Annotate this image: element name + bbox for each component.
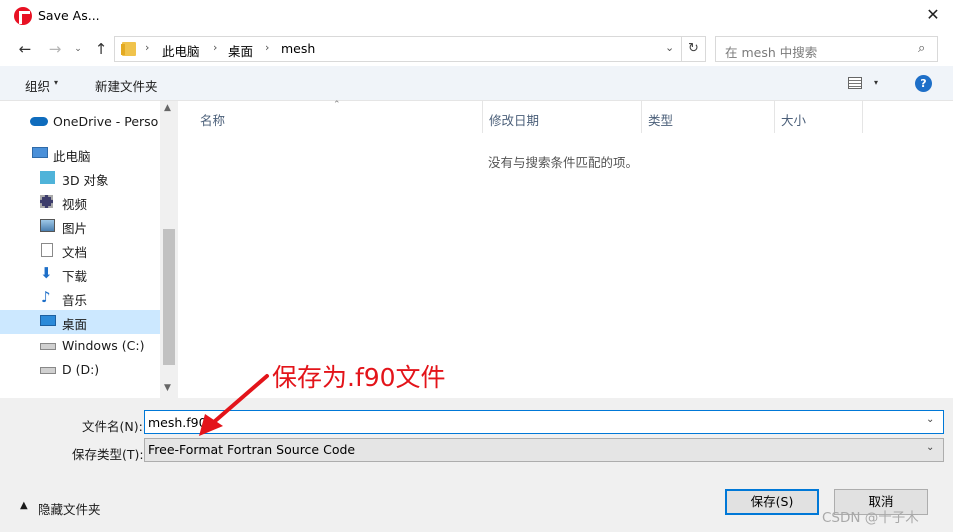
breadcrumb-this-pc[interactable]: 此电脑 — [162, 41, 200, 60]
music-icon: ♪ — [41, 288, 51, 306]
sidebar-item-label: 此电脑 — [53, 149, 91, 164]
chevron-down-icon[interactable]: ▾ — [54, 78, 58, 87]
scrollbar-thumb[interactable] — [163, 229, 175, 365]
sidebar-item-label: 桌面 — [62, 317, 88, 332]
sidebar-item-videos[interactable]: 视频 — [0, 190, 160, 214]
search-icon: ⌕ — [918, 41, 926, 56]
sidebar-item-onedrive[interactable]: OneDrive - Perso — [0, 110, 160, 134]
address-bar[interactable]: › 此电脑 › 桌面 › mesh ⌄ — [114, 36, 682, 62]
forward-button[interactable]: → — [44, 38, 66, 60]
desktop-icon — [40, 315, 56, 326]
view-options-icon[interactable] — [848, 77, 862, 89]
help-button[interactable]: ? — [915, 75, 932, 92]
file-list[interactable]: ⌃ 名称 修改日期 类型 大小 没有与搜索条件匹配的项。 — [178, 100, 953, 398]
refresh-button[interactable]: ↻ — [682, 36, 706, 62]
column-divider[interactable] — [774, 101, 775, 133]
up-button[interactable]: ↑ — [90, 38, 112, 60]
annotation-arrow-icon — [199, 374, 269, 436]
breadcrumb-separator: › — [145, 41, 150, 54]
sidebar-item-3d-objects[interactable]: 3D 对象 — [0, 166, 160, 190]
sidebar-item-label: 图片 — [62, 221, 88, 236]
scroll-down-icon[interactable]: ▼ — [164, 383, 171, 393]
breadcrumb-separator: › — [213, 41, 218, 54]
videos-icon — [40, 195, 53, 208]
sidebar-item-documents[interactable]: 文档 — [0, 238, 160, 262]
app-icon — [14, 7, 32, 25]
close-button[interactable]: ✕ — [913, 0, 953, 32]
command-toolbar: 组织 ▾ 新建文件夹 ▾ ? — [0, 66, 953, 101]
column-header-date-modified[interactable]: 修改日期 — [489, 110, 539, 129]
onedrive-icon — [30, 117, 48, 126]
sidebar-item-label: D (D:) — [62, 362, 100, 377]
save-button[interactable]: 保存(S) — [725, 489, 819, 515]
save-options-panel: 文件名(N): ⌄ 保存类型(T): Free-Format Fortran S… — [0, 398, 953, 532]
column-header-size[interactable]: 大小 — [781, 110, 806, 129]
filetype-select[interactable]: Free-Format Fortran Source Code — [144, 438, 944, 462]
title-bar: Save As... ✕ — [0, 0, 953, 32]
sidebar-item-label: OneDrive - Perso — [53, 114, 159, 129]
3d-objects-icon — [40, 171, 55, 184]
sidebar-scrollbar[interactable]: ▲ ▼ — [160, 101, 178, 398]
search-input[interactable]: 在 mesh 中搜索 ⌕ — [715, 36, 938, 62]
this-pc-icon — [32, 147, 48, 158]
sidebar-item-downloads[interactable]: ⬇ 下载 — [0, 262, 160, 286]
sidebar-item-label: 3D 对象 — [62, 173, 109, 188]
organize-button[interactable]: 组织 — [25, 76, 50, 95]
pictures-icon — [40, 219, 55, 232]
new-folder-button[interactable]: 新建文件夹 — [95, 76, 158, 95]
sidebar-item-drive-c[interactable]: Windows (C:) — [0, 334, 160, 358]
watermark: CSDN @十子木 — [822, 510, 919, 526]
filename-label: 文件名(N): — [82, 419, 143, 434]
column-header-type[interactable]: 类型 — [648, 110, 673, 129]
sidebar-item-music[interactable]: ♪ 音乐 — [0, 286, 160, 310]
chevron-down-icon[interactable]: ⌄ — [926, 414, 934, 425]
column-header-name[interactable]: 名称 — [200, 110, 225, 129]
breadcrumb-separator: › — [265, 41, 270, 54]
breadcrumb-desktop[interactable]: 桌面 — [228, 41, 253, 60]
sidebar-item-desktop[interactable]: 桌面 — [0, 310, 160, 334]
chevron-down-icon[interactable]: ▾ — [874, 78, 878, 87]
annotation-label: 保存为.f90文件 — [272, 363, 446, 392]
empty-state-message: 没有与搜索条件匹配的项。 — [488, 155, 639, 170]
sort-ascending-icon: ⌃ — [333, 100, 341, 110]
sidebar-item-label: Windows (C:) — [62, 338, 145, 353]
scroll-up-icon[interactable]: ▲ — [164, 103, 171, 113]
recent-locations-button[interactable]: ⌄ — [70, 38, 86, 60]
address-dropdown-icon[interactable]: ⌄ — [665, 41, 674, 54]
drive-d-icon — [40, 367, 56, 374]
drive-c-icon — [40, 343, 56, 350]
sidebar-item-label: 音乐 — [62, 293, 88, 308]
column-divider[interactable] — [482, 101, 483, 133]
sidebar-item-pictures[interactable]: 图片 — [0, 214, 160, 238]
hide-folders-label: 隐藏文件夹 — [38, 502, 101, 517]
search-placeholder: 在 mesh 中搜索 — [725, 45, 818, 60]
column-divider[interactable] — [641, 101, 642, 133]
filetype-label: 保存类型(T): — [72, 447, 144, 462]
chevron-down-icon[interactable]: ⌄ — [926, 442, 934, 453]
window-title: Save As... — [38, 8, 100, 23]
sidebar-item-label: 视频 — [62, 197, 88, 212]
folder-icon — [121, 42, 136, 56]
column-divider[interactable] — [862, 101, 863, 133]
chevron-up-icon: ▲ — [20, 500, 28, 511]
navigation-pane: OneDrive - Perso 此电脑 3D 对象 视频 图片 文档 ⬇ 下载… — [0, 101, 178, 398]
sidebar-item-this-pc[interactable]: 此电脑 — [0, 142, 160, 166]
sidebar-item-label: 文档 — [62, 245, 88, 260]
hide-folders-button[interactable]: ▲ 隐藏文件夹 — [20, 499, 101, 518]
sidebar-item-label: 下载 — [62, 269, 88, 284]
downloads-icon: ⬇ — [40, 264, 53, 282]
back-button[interactable]: ← — [14, 38, 36, 60]
sidebar-item-drive-d[interactable]: D (D:) — [0, 358, 160, 382]
documents-icon — [41, 243, 53, 257]
breadcrumb-mesh[interactable]: mesh — [281, 41, 315, 56]
